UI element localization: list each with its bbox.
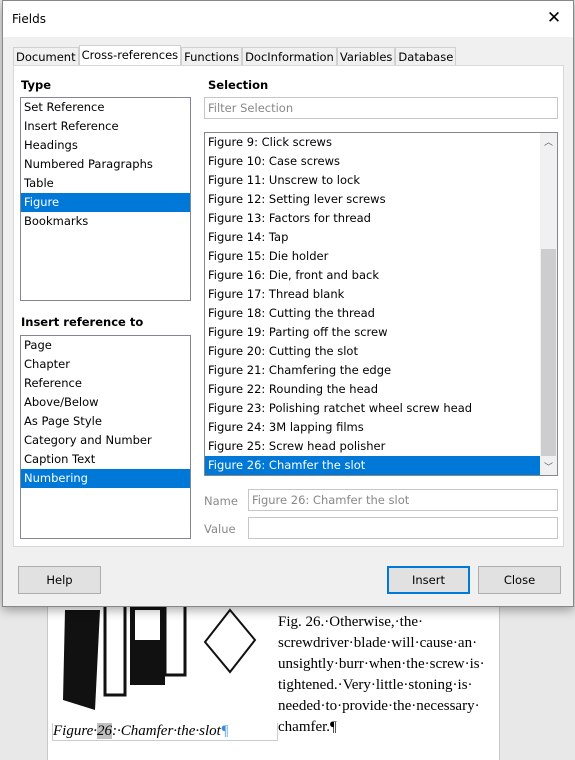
list-item[interactable]: Figure 24: 3M lapping films [205,418,557,437]
tab-document[interactable]: Document [13,47,79,66]
list-item[interactable]: Figure 11: Unscrew to lock [205,171,557,190]
list-item[interactable]: Figure 10: Case screws [205,152,557,171]
list-item[interactable]: Figure 16: Die, front and back [205,266,557,285]
selection-label: Selection [208,78,269,92]
list-item[interactable]: Figure 14: Tap [205,228,557,247]
list-item[interactable]: Figure 12: Setting lever screws [205,190,557,209]
type-label: Type [21,78,52,92]
list-item[interactable]: Figure 26: Chamfer the slot [205,456,557,475]
list-item[interactable]: Reference [21,374,190,393]
tab-database[interactable]: Database [395,47,457,66]
list-item[interactable]: Figure 20: Cutting the slot [205,342,557,361]
tab-functions[interactable]: Functions [181,47,243,66]
insert-button[interactable]: Insert [387,566,470,594]
list-item[interactable]: Figure 17: Thread blank [205,285,557,304]
list-item[interactable]: Above/Below [21,393,190,412]
list-item[interactable]: Figure 9: Click screws [205,133,557,152]
insert-reference-list[interactable]: Page Chapter Reference Above/Below As Page S… [20,335,191,539]
tab-bar: Document Cross-references Functions DocI… [13,45,457,66]
figure-caption: Figure·26:·Chamfer·the·slot¶ [52,723,278,741]
list-item[interactable]: Headings [21,136,190,155]
list-item[interactable]: Set Reference [21,98,190,117]
list-item[interactable]: Figure 22: Rounding the head [205,380,557,399]
list-item[interactable]: Category and Number [21,431,190,450]
tab-cross-references[interactable]: Cross-references [78,45,182,66]
scrollbar-thumb[interactable] [541,249,556,456]
list-item[interactable]: Figure 13: Factors for thread [205,209,557,228]
document-body-text: Fig. 26.·Otherwise,·the· screwdriver·blad… [278,614,485,735]
title-bar: Fields ✕ [3,1,573,37]
list-item[interactable]: Figure [21,193,190,212]
list-item[interactable]: Numbering [21,469,190,488]
list-item[interactable]: As Page Style [21,412,190,431]
tab-docinformation[interactable]: DocInformation [242,47,337,66]
name-field[interactable]: Figure 26: Chamfer the slot [248,489,558,511]
name-label: Name [204,494,238,508]
selection-list[interactable]: Figure 9: Click screws Figure 10: Case sc… [204,132,558,476]
type-list[interactable]: Set Reference Insert Reference Headings Num… [20,97,191,301]
list-item[interactable]: Table [21,174,190,193]
close-icon[interactable]: ✕ [543,8,565,28]
tab-variables[interactable]: Variables [336,47,396,66]
list-item[interactable]: Figure 18: Cutting the thread [205,304,557,323]
list-item[interactable]: Figure 19: Parting off the screw [205,323,557,342]
scroll-down-icon[interactable]: ﹀ [540,460,557,473]
value-field[interactable] [248,517,558,539]
list-item[interactable]: Numbered Paragraphs [21,155,190,174]
filter-selection-input[interactable]: Filter Selection [204,97,558,119]
value-label: Value [204,522,236,536]
list-item[interactable]: Bookmarks [21,212,190,231]
close-button[interactable]: Close [478,566,561,594]
scroll-up-icon[interactable]: ︿ [540,135,557,148]
list-item[interactable]: Insert Reference [21,117,190,136]
list-item[interactable]: Page [21,336,190,355]
selection-scrollbar[interactable]: ︿ ﹀ [540,133,557,475]
list-item[interactable]: Caption Text [21,450,190,469]
help-button[interactable]: Help [18,566,101,594]
list-item[interactable]: Figure 15: Die holder [205,247,557,266]
list-item[interactable]: Figure 23: Polishing ratchet wheel screw… [205,399,557,418]
list-item[interactable]: Figure 25: Screw head polisher [205,437,557,456]
fields-dialog: Fields ✕ Document Cross-references Funct… [2,0,574,607]
chamfer-slot-figure [63,603,257,710]
dialog-title: Fields [12,12,46,26]
insert-reference-label: Insert reference to [21,315,144,329]
list-item[interactable]: Figure 21: Chamfering the edge [205,361,557,380]
list-item[interactable]: Chapter [21,355,190,374]
